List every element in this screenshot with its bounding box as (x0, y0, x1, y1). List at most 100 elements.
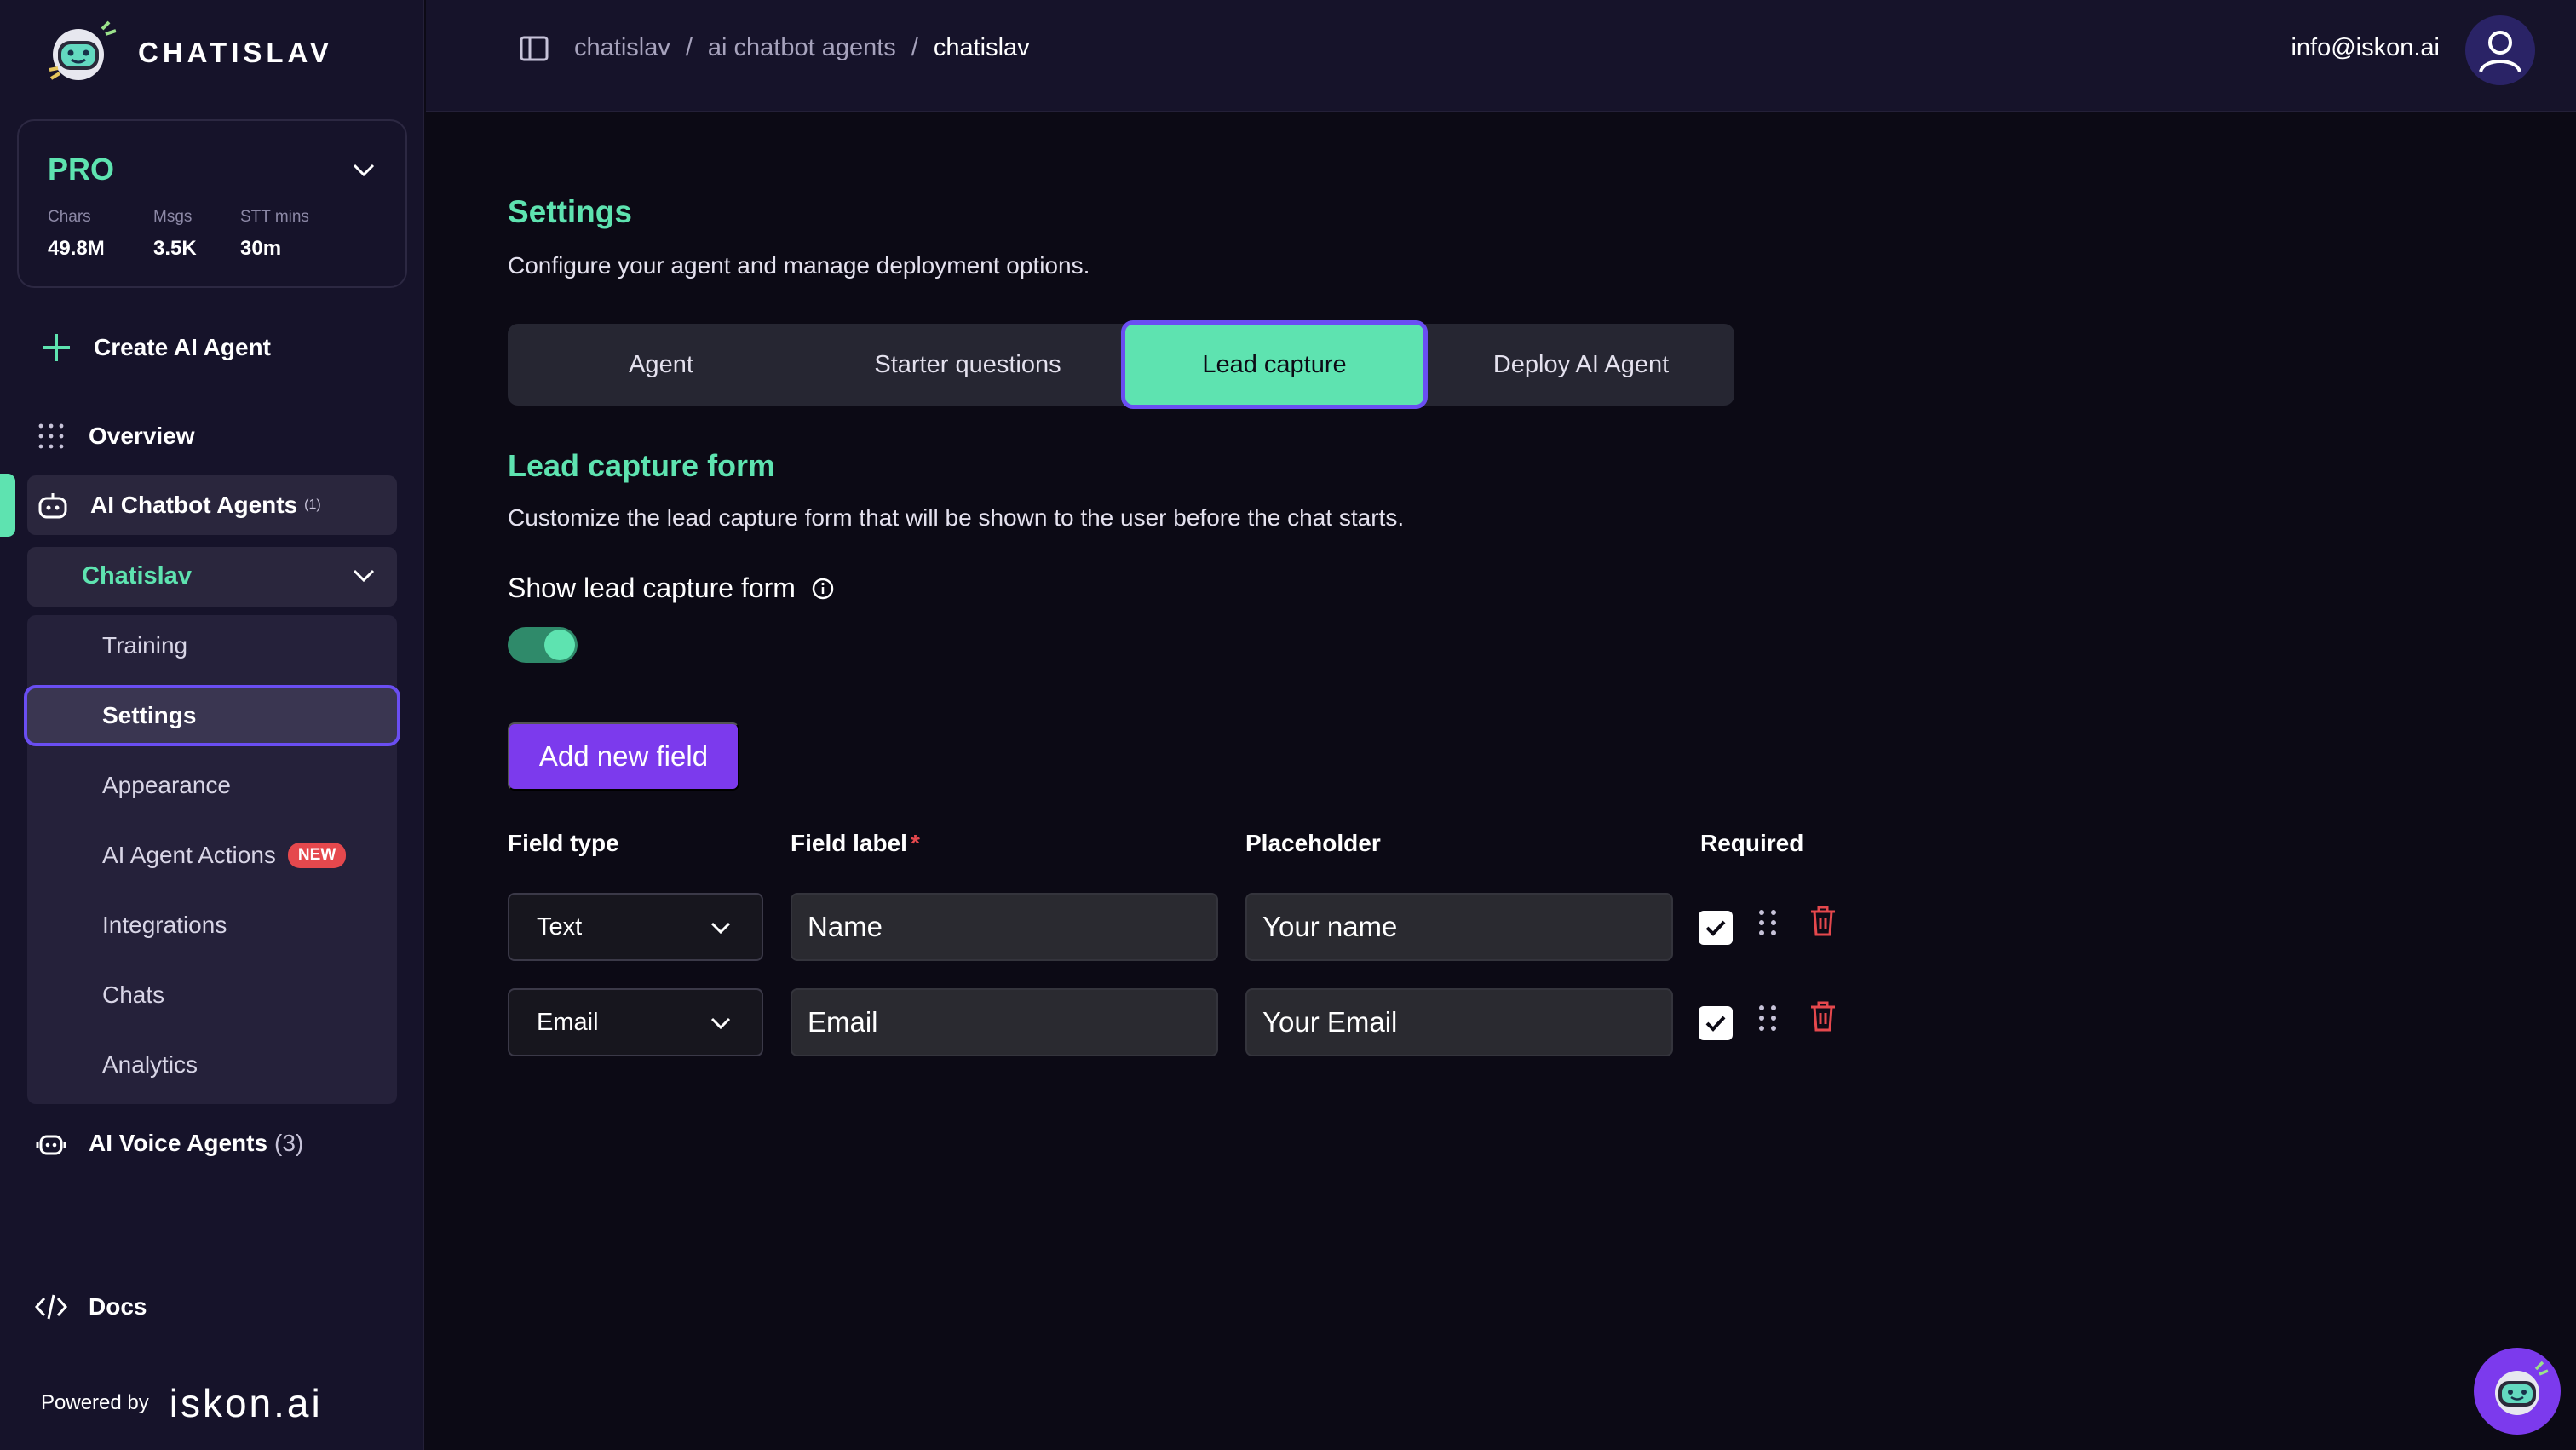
col-required: Required (1700, 830, 1804, 856)
toggle-knob (544, 630, 575, 660)
trash-icon[interactable] (1809, 905, 1837, 937)
required-checkbox[interactable] (1699, 911, 1733, 945)
breadcrumb-current: chatislav (933, 34, 1030, 61)
submenu-label: Chats (102, 981, 165, 1008)
tab-deploy-ai-agent[interactable]: Deploy AI Agent (1428, 324, 1734, 406)
page-description: Configure your agent and manage deployme… (508, 252, 1090, 279)
sidebar-item-voice-agents[interactable]: AI Voice Agents (3) (34, 1126, 303, 1160)
submenu-integrations[interactable]: Integrations (27, 895, 397, 956)
create-agent-button[interactable]: Create AI Agent (39, 331, 271, 365)
col-placeholder: Placeholder (1245, 830, 1381, 856)
placeholder-input[interactable]: Your name (1245, 893, 1673, 961)
robot-icon (2495, 1361, 2549, 1415)
active-indicator (0, 474, 15, 537)
sidebar: CHATISLAV PRO Chars 49.8M Msgs 3.5K STT … (0, 0, 424, 1450)
submenu-settings[interactable]: Settings (24, 685, 400, 746)
submenu-appearance[interactable]: Appearance (27, 755, 397, 816)
toggle-label-row: Show lead capture form (508, 573, 835, 604)
show-lead-form-toggle[interactable] (508, 627, 578, 663)
powered-by[interactable]: Powered by iskon.ai (41, 1380, 323, 1426)
add-new-field-button[interactable]: Add new field (508, 722, 739, 791)
trash-icon[interactable] (1809, 1000, 1837, 1033)
plan-card[interactable]: PRO Chars 49.8M Msgs 3.5K STT mins 30m (17, 119, 407, 288)
tab-label: Starter questions (874, 350, 1061, 378)
docs-label: Docs (89, 1293, 147, 1320)
col-field-type: Field type (508, 830, 619, 856)
sidebar-toggle-icon[interactable] (520, 36, 549, 61)
avatar[interactable] (2465, 15, 2535, 85)
stat-value: 49.8M (48, 237, 105, 260)
top-bar: chatislav / ai chatbot agents / chatisla… (426, 0, 2576, 112)
user-icon (2479, 31, 2521, 72)
breadcrumb-item[interactable]: chatislav (574, 34, 670, 62)
code-icon (34, 1290, 68, 1324)
plan-name: PRO (48, 152, 115, 187)
stat-label: Msgs (153, 208, 193, 226)
stat-value: 30m (240, 237, 282, 260)
chatbot-agents-label: AI Chatbot Agents (90, 492, 298, 518)
voice-robot-icon (34, 1126, 68, 1160)
robot-icon (38, 493, 67, 519)
settings-tabs: Agent Starter questions Lead capture Dep… (508, 320, 1734, 409)
voice-agents-count: (3) (274, 1130, 304, 1156)
required-asterisk: * (910, 830, 920, 856)
powered-by-label: Powered by (41, 1391, 149, 1414)
chevron-down-icon (353, 569, 375, 583)
chevron-down-icon (710, 1017, 731, 1029)
agent-dropdown[interactable]: Chatislav (27, 547, 397, 607)
stat-msgs: Msgs 3.5K (153, 208, 197, 261)
chevron-down-icon[interactable] (353, 164, 375, 177)
section-description: Customize the lead capture form that wil… (508, 504, 1405, 531)
submenu-label: AI Agent Actions (102, 842, 276, 868)
chat-launcher-button[interactable] (2474, 1348, 2561, 1435)
plus-icon (39, 331, 73, 365)
grid-dots-icon (34, 419, 68, 453)
drag-handle-icon[interactable] (1757, 908, 1779, 937)
breadcrumb-separator: / (685, 34, 693, 61)
tab-label: Agent (629, 350, 693, 378)
breadcrumb: chatislav / ai chatbot agents / chatisla… (520, 34, 1030, 62)
breadcrumb-item[interactable]: ai chatbot agents (708, 34, 896, 62)
info-icon[interactable] (811, 577, 835, 601)
tab-starter-questions[interactable]: Starter questions (814, 324, 1121, 406)
stat-label: STT mins (240, 208, 309, 226)
tab-agent[interactable]: Agent (508, 324, 814, 406)
new-badge: NEW (287, 843, 347, 868)
submenu-training[interactable]: Training (27, 615, 397, 676)
submenu-label: Settings (102, 702, 197, 728)
field-type-select[interactable]: Email (508, 988, 763, 1056)
page-title: Settings (508, 194, 632, 229)
submenu-analytics[interactable]: Analytics (27, 1034, 397, 1096)
required-checkbox[interactable] (1699, 1006, 1733, 1040)
stat-chars: Chars 49.8M (48, 208, 105, 261)
drag-handle-icon[interactable] (1757, 1004, 1779, 1033)
check-icon (1705, 920, 1726, 936)
voice-agents-label: AI Voice Agents (89, 1130, 268, 1156)
stat-stt: STT mins 30m (240, 208, 309, 261)
sidebar-item-chatbot-agents[interactable]: AI Chatbot Agents (1) (27, 475, 397, 535)
submenu-ai-agent-actions[interactable]: AI Agent Actions NEW (27, 825, 397, 886)
submenu-label: Training (102, 632, 188, 659)
tab-label: Lead capture (1202, 350, 1347, 378)
breadcrumb-separator: / (911, 34, 918, 61)
placeholder-input[interactable]: Your Email (1245, 988, 1673, 1056)
sidebar-item-docs[interactable]: Docs (34, 1290, 147, 1324)
field-label-input[interactable]: Email (791, 988, 1218, 1056)
tab-lead-capture[interactable]: Lead capture (1121, 320, 1428, 409)
sidebar-item-overview[interactable]: Overview (34, 419, 195, 453)
field-type-value: Text (537, 912, 583, 941)
tab-label: Deploy AI Agent (1492, 350, 1670, 378)
agent-name: Chatislav (82, 562, 192, 590)
overview-label: Overview (89, 423, 195, 449)
field-type-select[interactable]: Text (508, 893, 763, 961)
brand[interactable]: CHATISLAV (43, 19, 333, 87)
brand-name: CHATISLAV (138, 37, 333, 68)
submenu-chats[interactable]: Chats (27, 964, 397, 1026)
chevron-down-icon (710, 922, 731, 934)
robot-logo-icon (49, 20, 117, 80)
check-icon (1705, 1016, 1726, 1032)
chatbot-agents-count: (1) (304, 498, 321, 512)
field-row: Email Email Your Email (508, 988, 1871, 1058)
submenu-label: Analytics (102, 1051, 198, 1078)
field-label-input[interactable]: Name (791, 893, 1218, 961)
